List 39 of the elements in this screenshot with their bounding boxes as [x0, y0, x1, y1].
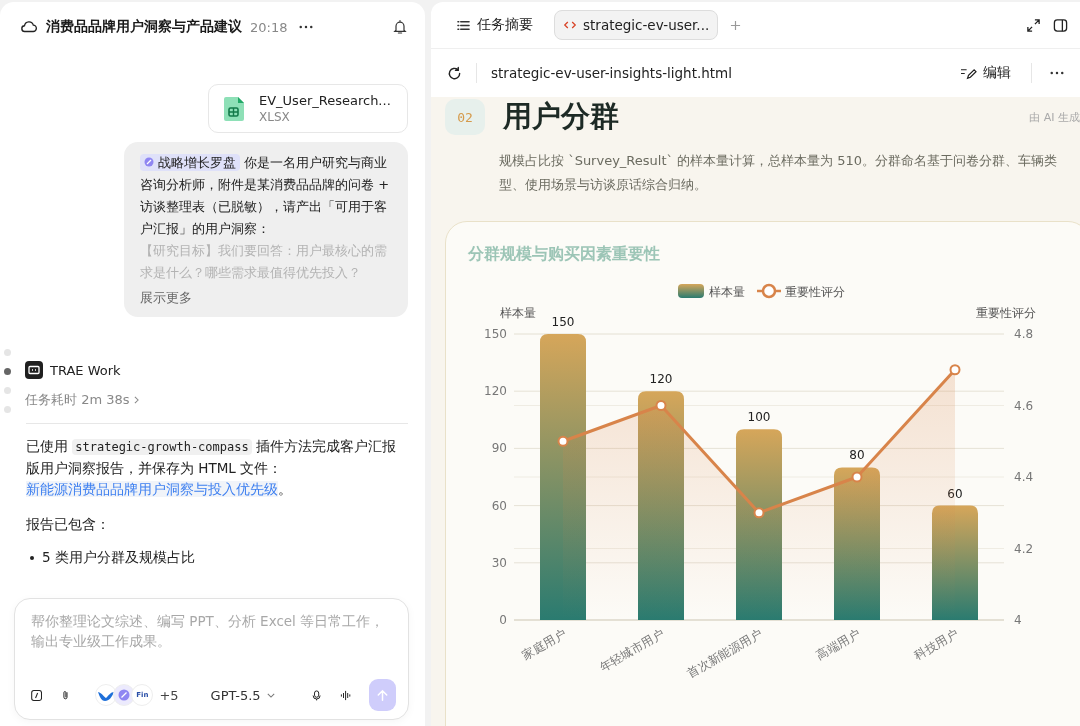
reply-paragraph: 已使用 strategic-growth-compass 插件方法完成客户汇报版用户洞察报告，并保存为 HTML 文件： 新能源消费品品牌用户洞察与投入优先级。: [26, 437, 397, 499]
data-label: 80: [849, 448, 865, 463]
x-tick-label: 家庭用户: [519, 626, 569, 663]
y-tick-label: 120: [484, 384, 507, 399]
data-label: 100: [747, 410, 771, 425]
chat-time: 20:18: [250, 19, 288, 35]
axis-title: 重要性评分: [976, 306, 1036, 320]
y-tick-label: 4.2: [1014, 541, 1034, 556]
file-path: strategic-ev-user-insights-light.html: [491, 65, 732, 81]
chat-title: 消费品品牌用户洞察与产品建议: [46, 18, 242, 36]
y-tick-label: 4.8: [1014, 327, 1034, 341]
section-number: 02: [445, 99, 485, 135]
x-tick-label: 高端用户: [813, 626, 863, 663]
file-name: EV_User_Research...: [259, 93, 391, 108]
y-tick-label: 4.4: [1014, 470, 1034, 484]
agent-name: TRAE Work: [50, 362, 121, 378]
ai-generated-label: 由 AI 生成: [1029, 109, 1080, 125]
section-description: 规模占比按 `Survey_Result` 的样本量计算，总样本量为 510。分群命名基于问卷分群、车辆类型、使用场景与访谈原话综合归纳。: [499, 152, 1059, 194]
chart-title: 分群规模与购买因素重要性: [467, 244, 661, 265]
data-label: 120: [649, 372, 673, 387]
y-tick-label: 90: [491, 441, 507, 456]
file-type: XLSX: [259, 110, 291, 124]
data-label: 60: [947, 486, 963, 501]
data-label: 150: [551, 315, 575, 329]
legend-label: 样本量: [709, 285, 745, 299]
x-tick-label: 年轻城市用户: [597, 626, 667, 675]
y-tick-label: 30: [491, 555, 507, 570]
section-title: 用户分群: [503, 98, 619, 135]
legend-label: 重要性评分: [785, 285, 845, 299]
y-tick-label: 4.6: [1014, 398, 1034, 413]
summary-intro: 报告已包含：: [26, 515, 111, 534]
x-tick-label: 科技用户: [911, 626, 961, 663]
y-tick-label: 0: [499, 613, 507, 627]
y-tick-label: 60: [491, 498, 507, 513]
axis-title: 样本量: [500, 306, 536, 320]
bullet-text: 5 类用户分群及规模占比: [42, 549, 195, 567]
y-tick-label: 4: [1014, 613, 1022, 627]
user-message: 战略增长罗盘 你是一名用户研究与商业咨询分析师，附件是某消费品品牌的问卷 + 访谈整理表（已脱敏），请产出「可用于客户汇报」的用户洞察：: [140, 153, 391, 238]
y-tick-label: 150: [484, 327, 507, 341]
